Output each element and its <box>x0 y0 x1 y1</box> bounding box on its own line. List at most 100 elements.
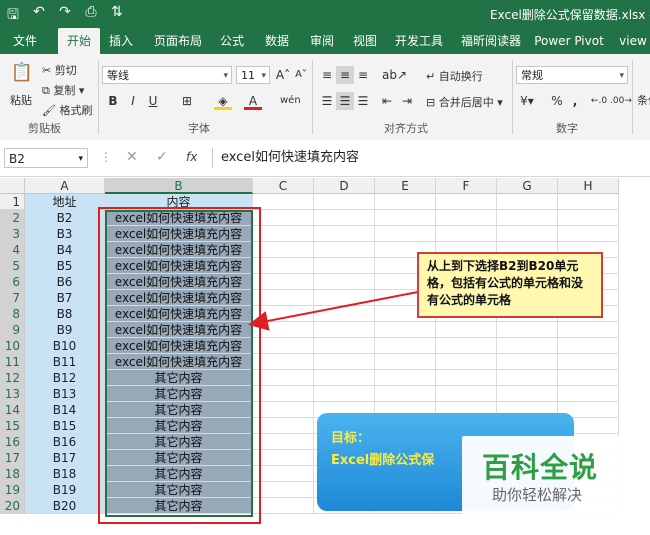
insert-function-button[interactable]: fx <box>186 150 197 164</box>
font-size-select[interactable]: 11 ▾ <box>236 66 270 84</box>
cell-empty[interactable] <box>253 306 314 322</box>
cell-empty[interactable] <box>253 418 314 434</box>
sort-icon[interactable]: ⇅ <box>108 4 126 28</box>
row-header[interactable]: 9 <box>0 322 25 338</box>
cell-empty[interactable] <box>314 258 375 274</box>
cell-empty[interactable] <box>253 370 314 386</box>
cell-empty[interactable] <box>314 386 375 402</box>
cell-empty[interactable] <box>314 354 375 370</box>
border-icon[interactable]: ⊞ <box>178 92 196 110</box>
cell-empty[interactable] <box>436 386 497 402</box>
cancel-icon[interactable]: ✕ <box>126 149 138 165</box>
number-format-select[interactable]: 常规 ▾ <box>516 66 628 84</box>
cell-address[interactable]: B17 <box>25 450 105 466</box>
cell-empty[interactable] <box>253 258 314 274</box>
cell-empty[interactable] <box>253 274 314 290</box>
tab-7[interactable]: 视图 <box>348 28 382 54</box>
tab-0[interactable]: 文件 <box>8 28 42 54</box>
row-header[interactable]: 3 <box>0 226 25 242</box>
redo-icon[interactable]: ↷ <box>56 4 74 28</box>
decrease-indent-icon[interactable]: ⇤ <box>378 92 396 110</box>
cell-empty[interactable] <box>314 322 375 338</box>
currency-icon[interactable]: ¥▾ <box>518 92 536 110</box>
cell-empty[interactable] <box>497 338 558 354</box>
column-header-A[interactable]: A <box>25 178 105 194</box>
row-header[interactable]: 16 <box>0 434 25 450</box>
tab-4[interactable]: 公式 <box>214 28 250 54</box>
column-header-E[interactable]: E <box>375 178 436 194</box>
cell-empty[interactable] <box>253 402 314 418</box>
row-header[interactable]: 14 <box>0 402 25 418</box>
column-header-G[interactable]: G <box>497 178 558 194</box>
cell-empty[interactable] <box>314 274 375 290</box>
paste-icon[interactable]: 📋 <box>10 64 34 88</box>
cell-address[interactable]: B18 <box>25 466 105 482</box>
orientation-icon[interactable]: ab↗ <box>382 66 407 84</box>
cell-empty[interactable] <box>375 370 436 386</box>
conditional-format-button[interactable]: 条件 <box>637 92 650 108</box>
print-preview-icon[interactable]: ⎙ <box>82 4 100 28</box>
tab-6[interactable]: 审阅 <box>304 28 340 54</box>
cell-empty[interactable] <box>497 226 558 242</box>
tab-1[interactable]: 开始 <box>58 28 100 54</box>
cell-address[interactable]: B7 <box>25 290 105 306</box>
column-header-D[interactable]: D <box>314 178 375 194</box>
row-header[interactable]: 4 <box>0 242 25 258</box>
underline-button[interactable]: U <box>144 92 162 110</box>
row-header[interactable]: 17 <box>0 450 25 466</box>
row-header[interactable]: 7 <box>0 290 25 306</box>
increase-indent-icon[interactable]: ⇥ <box>398 92 416 110</box>
decrease-font-icon[interactable]: A˅ <box>292 66 310 84</box>
align-bottom-icon[interactable]: ≡ <box>354 66 372 84</box>
cell-empty[interactable] <box>253 466 314 482</box>
increase-decimal-icon[interactable]: ←.0 <box>590 92 608 110</box>
row-header[interactable]: 19 <box>0 482 25 498</box>
cell-address[interactable]: B14 <box>25 402 105 418</box>
row-header[interactable]: 8 <box>0 306 25 322</box>
row-header[interactable]: 11 <box>0 354 25 370</box>
cell-empty[interactable] <box>314 210 375 226</box>
align-right-icon[interactable]: ☰ <box>354 92 372 110</box>
check-icon[interactable]: ✓ <box>156 149 168 165</box>
cell-empty[interactable] <box>436 354 497 370</box>
select-all-corner[interactable] <box>0 178 25 194</box>
cell-address[interactable]: B19 <box>25 482 105 498</box>
row-header[interactable]: 10 <box>0 338 25 354</box>
cell-empty[interactable] <box>314 194 375 210</box>
row-header[interactable]: 6 <box>0 274 25 290</box>
cell-empty[interactable] <box>558 210 619 226</box>
tab-2[interactable]: 插入 <box>102 28 140 54</box>
align-left-icon[interactable]: ☰ <box>318 92 336 110</box>
cell-empty[interactable] <box>253 450 314 466</box>
cell-empty[interactable] <box>314 306 375 322</box>
formula-input[interactable]: excel如何快速填充内容 <box>212 148 650 168</box>
phonetic-icon[interactable]: wén <box>280 92 301 110</box>
tab-11[interactable]: view <box>616 28 650 54</box>
save-icon[interactable]: 🖫 <box>4 4 22 28</box>
cell-address[interactable]: B13 <box>25 386 105 402</box>
cell-empty[interactable] <box>497 210 558 226</box>
cell-empty[interactable] <box>497 194 558 210</box>
column-header-C[interactable]: C <box>253 178 314 194</box>
align-center-icon[interactable]: ☰ <box>336 92 354 110</box>
cell-empty[interactable] <box>497 370 558 386</box>
cell-empty[interactable] <box>314 370 375 386</box>
font-color-icon[interactable]: A <box>244 92 262 110</box>
cell-empty[interactable] <box>558 354 619 370</box>
cell-address[interactable]: B2 <box>25 210 105 226</box>
bold-button[interactable]: B <box>104 92 122 110</box>
cell-empty[interactable] <box>253 354 314 370</box>
cell-empty[interactable] <box>375 322 436 338</box>
cell-empty[interactable] <box>375 194 436 210</box>
comma-button[interactable]: , <box>566 92 584 110</box>
tab-9[interactable]: 福昕阅读器 <box>458 28 524 54</box>
row-header[interactable]: 1 <box>0 194 25 210</box>
align-top-icon[interactable]: ≡ <box>318 66 336 84</box>
cell-empty[interactable] <box>314 338 375 354</box>
cell-empty[interactable] <box>253 498 314 514</box>
cell-empty[interactable] <box>436 210 497 226</box>
align-middle-icon[interactable]: ≡ <box>336 66 354 84</box>
cell-address[interactable]: B9 <box>25 322 105 338</box>
paste-button[interactable]: 粘贴 <box>10 92 32 108</box>
cell-empty[interactable] <box>314 242 375 258</box>
